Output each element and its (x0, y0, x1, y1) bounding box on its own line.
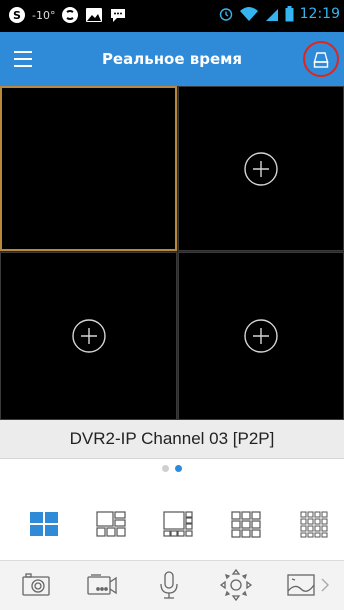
storage-drive-icon (303, 41, 339, 77)
video-cell-2[interactable] (178, 86, 344, 251)
skype-icon: S (9, 7, 25, 23)
layout-16-split-button[interactable] (296, 506, 332, 542)
add-channel-icon[interactable] (71, 318, 107, 354)
wifi-icon (239, 7, 258, 21)
video-record-icon (87, 574, 117, 595)
chat-icon (111, 9, 126, 22)
alarm-icon (219, 8, 232, 21)
grid-6-icon (96, 511, 126, 537)
snapshot-button[interactable] (18, 567, 54, 603)
gallery-icon (86, 8, 103, 22)
camera-icon (22, 573, 50, 596)
page-dot-1[interactable] (162, 465, 169, 472)
layout-6-split-button[interactable] (93, 506, 129, 542)
storage-button[interactable] (302, 40, 340, 78)
layout-9-split-button[interactable] (228, 506, 264, 542)
chevron-right-icon (321, 578, 329, 592)
channel-name-bar: DVR2-IP Channel 03 [P2P] (0, 420, 344, 459)
grid-16-icon (300, 511, 328, 538)
video-grid (0, 86, 344, 420)
add-channel-icon[interactable] (243, 151, 279, 187)
layout-selector (0, 506, 344, 542)
layout-8-split-button[interactable] (160, 506, 196, 542)
video-cell-4[interactable] (178, 252, 344, 420)
layout-4-split-button[interactable] (26, 506, 62, 542)
ptz-control-icon (219, 568, 253, 602)
more-tools-button[interactable] (312, 567, 340, 603)
page-title: Реальное время (101, 50, 243, 68)
svg-text:S: S (13, 9, 21, 22)
clock-text: 12:19 (299, 6, 340, 22)
shazam-icon (62, 7, 79, 23)
status-bar: S -10° 12:19 (0, 0, 344, 32)
page-indicator (0, 463, 344, 475)
grid-8-icon (163, 511, 193, 537)
page-dot-2[interactable] (175, 465, 182, 472)
battery-icon (285, 6, 294, 22)
temperature-text: -10° (32, 8, 56, 22)
microphone-icon (160, 571, 178, 599)
record-button[interactable] (84, 567, 120, 603)
ptz-button[interactable] (218, 567, 254, 603)
grid-4-icon (30, 512, 58, 536)
channel-name: DVR2-IP Channel 03 [P2P] (69, 429, 275, 448)
status-left-icons: S -10° (8, 6, 127, 24)
status-right-icons: 12:19 (219, 6, 340, 22)
video-cell-1[interactable] (0, 86, 177, 251)
add-channel-icon[interactable] (243, 318, 279, 354)
grid-9-icon (231, 511, 261, 538)
talk-button[interactable] (151, 567, 187, 603)
video-cell-3[interactable] (0, 252, 177, 420)
control-toolbar (0, 560, 344, 610)
signal-icon (265, 9, 278, 21)
app-bar: Реальное время (0, 32, 344, 86)
